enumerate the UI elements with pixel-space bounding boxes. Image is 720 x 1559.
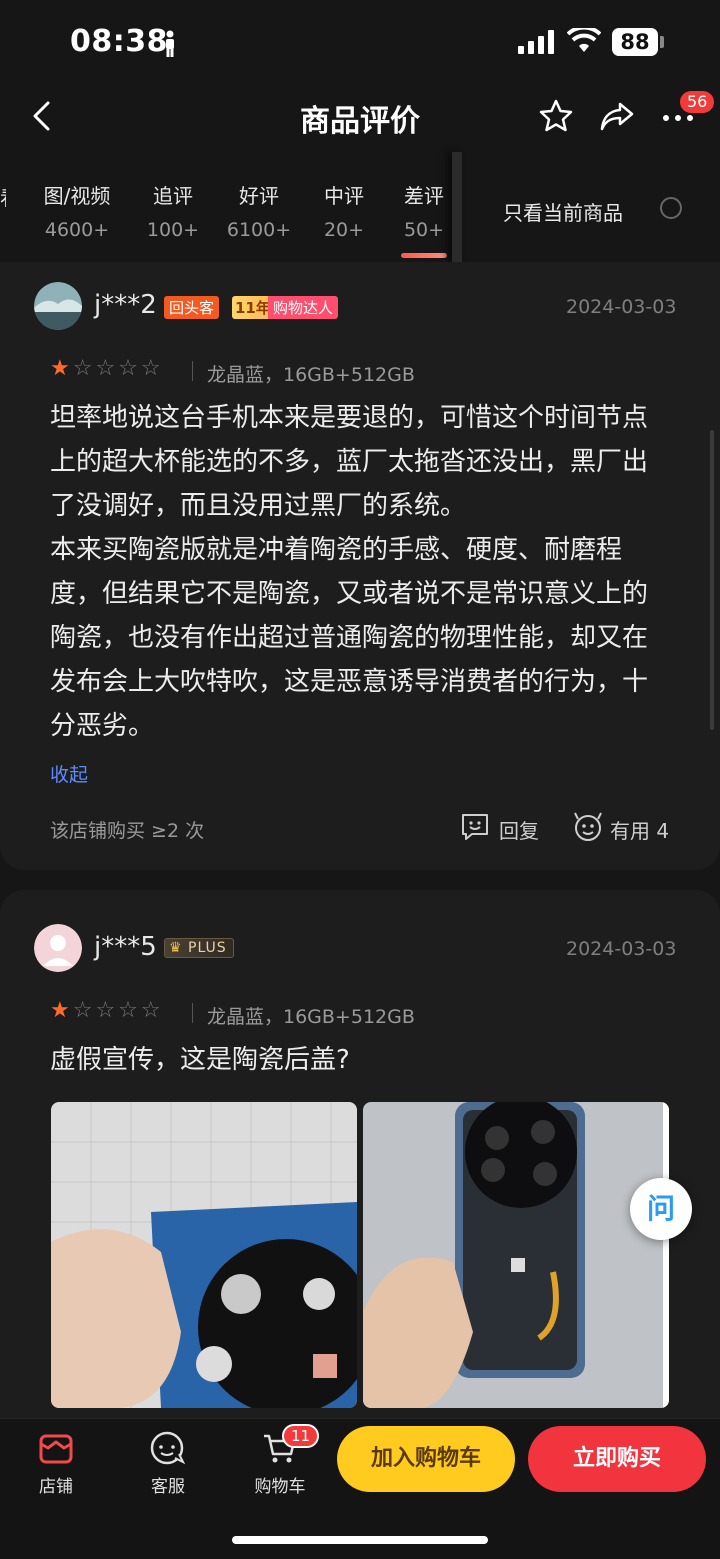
review-photo-1[interactable]: [51, 1102, 357, 1408]
plus-label: PLUS: [188, 940, 227, 956]
tab-follow-up[interactable]: 追评 100+: [128, 180, 218, 241]
tab-label: 图/视频: [43, 184, 111, 208]
review-photo-2[interactable]: [363, 1102, 669, 1408]
scrollbar[interactable]: [710, 430, 714, 730]
collapse-link[interactable]: 收起: [50, 760, 88, 787]
person-icon: [166, 30, 174, 57]
tab-positive[interactable]: 好评 6100+: [214, 180, 304, 241]
avatar: [34, 282, 82, 330]
add-to-cart-button[interactable]: 加入购物车: [337, 1426, 515, 1492]
signal-icon: [518, 30, 554, 54]
buy-now-button[interactable]: 立即购买: [528, 1426, 706, 1492]
service-label[interactable]: 客服: [128, 1472, 208, 1497]
status-time: 08:38: [70, 24, 168, 59]
home-indicator[interactable]: [232, 1536, 488, 1544]
cart-count-badge: 11: [282, 1424, 320, 1448]
review-text: 坦率地说这台手机本来是要退的，可惜这个时间节点上的超大杯能选的不多，蓝厂太拖沓还…: [50, 403, 649, 741]
reply-button[interactable]: 回复: [499, 815, 539, 844]
message-badge: 56: [680, 91, 715, 113]
crown-icon: ♛: [169, 940, 183, 956]
plus-member-badge: ♛ PLUS: [164, 938, 234, 958]
share-icon[interactable]: [598, 98, 636, 134]
tab-label: 追评: [153, 184, 193, 208]
reviewer-name[interactable]: j***5: [94, 932, 157, 962]
tab-scroll-edge: [452, 152, 462, 264]
tab-count: 20+: [323, 219, 365, 241]
cart-label[interactable]: 购物车: [240, 1472, 320, 1497]
battery-tip: [660, 36, 664, 48]
product-variant: 龙晶蓝，16GB+512GB: [207, 364, 415, 386]
review-text: 虚假宣传，这是陶瓷后盖?: [50, 1045, 350, 1075]
battery-indicator: 88: [612, 28, 658, 56]
shop-label[interactable]: 店铺: [16, 1472, 96, 1497]
tab-neutral[interactable]: 中评 20+: [299, 180, 389, 241]
star-rating: ★☆☆☆☆: [50, 356, 164, 381]
review-date: 2024-03-03: [566, 296, 677, 318]
divider: [192, 361, 193, 381]
divider: [192, 1003, 193, 1023]
tab-photo-video[interactable]: 图/视频 4600+: [32, 180, 122, 241]
tab-label: 好评: [239, 184, 279, 208]
only-current-product-label: 只看当前商品: [503, 201, 623, 225]
tab-count: 6100+: [226, 219, 292, 241]
useful-button[interactable]: 有用 4: [610, 815, 669, 844]
only-current-product-radio[interactable]: [660, 197, 682, 219]
shopper-badge: 购物达人: [268, 296, 339, 319]
star-rating: ★☆☆☆☆: [50, 998, 164, 1023]
purchase-count: 该店铺购买 ≥2 次: [50, 820, 205, 842]
review-date: 2024-03-03: [566, 938, 677, 960]
active-tab-indicator: [401, 253, 447, 258]
useful-icon[interactable]: [572, 810, 604, 842]
reviewer-name[interactable]: j***2: [94, 290, 157, 320]
customer-service-icon[interactable]: [149, 1430, 187, 1468]
tab-label: 中评: [324, 184, 364, 208]
favorite-star-icon[interactable]: [538, 98, 574, 134]
cut-off-tab[interactable]: 看: [0, 182, 6, 211]
returning-customer-badge: 回头客: [164, 296, 220, 319]
reply-icon[interactable]: [460, 812, 490, 842]
shop-icon[interactable]: [38, 1430, 74, 1466]
product-variant: 龙晶蓝，16GB+512GB: [207, 1006, 415, 1028]
ask-question-button[interactable]: 问: [630, 1178, 692, 1240]
wifi-icon: [567, 28, 601, 52]
tab-count: 4600+: [44, 219, 110, 241]
avatar: [34, 924, 82, 972]
tab-count: 100+: [146, 219, 200, 241]
